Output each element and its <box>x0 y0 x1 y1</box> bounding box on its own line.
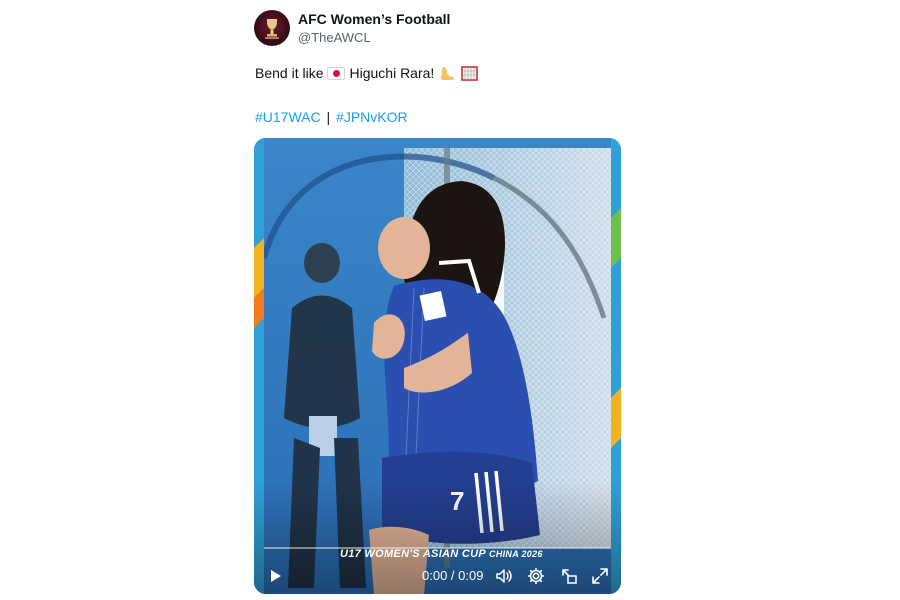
volume-icon[interactable] <box>495 567 513 585</box>
video-controls: 0:00 / 0:09 <box>254 558 621 594</box>
video-player[interactable]: 7 U17 WOMEN'S ASIAN CUPCHINA 2026 0:00 /… <box>254 138 621 594</box>
tweet-header: AFC Women’s Football @TheAWCL <box>254 8 450 47</box>
japan-flag-icon <box>327 66 346 80</box>
hashtags: #U17WAC | #JPNvKOR <box>255 107 408 127</box>
pop-out-icon[interactable] <box>560 567 578 585</box>
fullscreen-icon[interactable] <box>591 567 609 585</box>
hashtag-u17wac[interactable]: #U17WAC <box>255 109 321 125</box>
video-time: 0:00 / 0:09 <box>422 568 484 583</box>
video-frame: 7 <box>254 138 621 594</box>
display-name[interactable]: AFC Women’s Football <box>298 10 450 28</box>
afc-trophy-icon <box>265 19 279 39</box>
hashtag-separator: | <box>326 109 331 125</box>
account-handle[interactable]: @TheAWCL <box>298 29 450 47</box>
play-icon[interactable] <box>266 567 284 585</box>
tweet-text-part-1: Bend it like <box>255 65 324 81</box>
goal-net-icon <box>461 65 479 81</box>
tweet-text-part-2: Higuchi Rara! <box>349 65 435 81</box>
foot-icon <box>440 66 455 80</box>
tweet-text: Bend it like Higuchi Rara! <box>255 63 479 83</box>
settings-icon[interactable] <box>527 567 545 585</box>
hashtag-jpnvkor[interactable]: #JPNvKOR <box>336 109 408 125</box>
avatar[interactable] <box>254 10 290 46</box>
